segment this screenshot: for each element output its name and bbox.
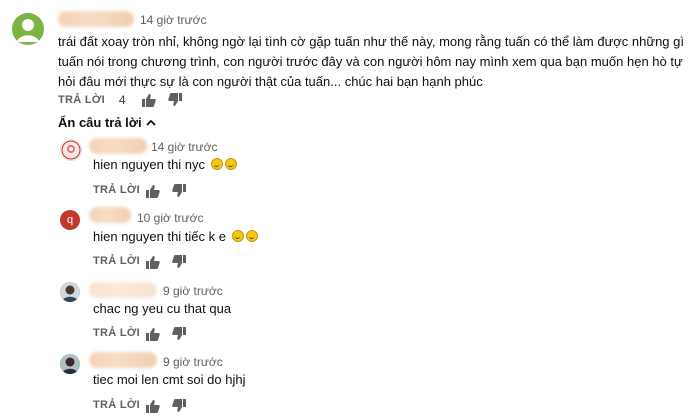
reply-text-content: hien nguyen thi tiếc k e — [93, 229, 226, 244]
thumbs-down-icon[interactable] — [168, 93, 182, 107]
avatar-image-icon — [61, 140, 81, 160]
commenter-avatar[interactable] — [12, 13, 44, 45]
commenter-name-blurred — [58, 11, 134, 27]
hide-replies-label: Ẩn câu trả lời — [58, 115, 142, 130]
reply-action-bar: TRẢ LỜI — [93, 399, 140, 411]
reply-text-content: hien nguyen thi nyc — [93, 157, 206, 172]
comment-action-bar: TRẢ LỜI 4 — [58, 93, 126, 107]
thumbs-down-icon[interactable] — [172, 184, 186, 198]
reply-name-blurred — [89, 282, 157, 298]
laughing-emoji-icon — [224, 158, 237, 170]
reply-action-bar: TRẢ LỜI — [93, 184, 140, 196]
reply-avatar[interactable] — [60, 282, 80, 302]
thumbs-up-icon[interactable] — [146, 399, 160, 413]
like-count: 4 — [118, 93, 126, 107]
comment-text: trái đất xoay tròn nhỉ, không ngờ lại tì… — [58, 34, 684, 89]
reply-reply-button[interactable]: TRẢ LỜI — [93, 184, 140, 196]
comment-reply-button[interactable]: TRẢ LỜI — [58, 94, 105, 106]
user-photo-icon — [60, 282, 80, 302]
thumbs-up-icon[interactable] — [146, 327, 160, 341]
reply-name-blurred — [89, 138, 147, 154]
reply-text: chac ng yeu cu that qua — [93, 301, 232, 316]
thumbs-up-icon[interactable] — [142, 93, 156, 107]
thumbs-down-icon[interactable] — [172, 399, 186, 413]
reply-text: hien nguyen thi nyc — [93, 155, 237, 175]
reply-avatar[interactable]: q — [60, 210, 80, 230]
reply-timestamp: 9 giờ trước — [163, 355, 223, 369]
thumbs-up-icon[interactable] — [146, 255, 160, 269]
reply-reply-button[interactable]: TRẢ LỜI — [93, 399, 140, 411]
hide-replies-toggle[interactable]: Ẩn câu trả lời — [58, 115, 157, 130]
reply-name-blurred — [89, 352, 157, 368]
reply-reply-button[interactable]: TRẢ LỜI — [93, 255, 140, 267]
laughing-emoji-icon — [231, 230, 244, 242]
thumbs-down-icon[interactable] — [172, 255, 186, 269]
reply-timestamp: 10 giờ trước — [137, 211, 204, 225]
comment-timestamp: 14 giờ trước — [140, 13, 207, 27]
reply-timestamp: 14 giờ trước — [151, 140, 218, 154]
user-photo-icon — [60, 354, 80, 374]
default-user-icon — [17, 19, 39, 42]
reply-timestamp: 9 giờ trước — [163, 284, 223, 298]
reply-text: tiec moi len cmt soi do hjhj — [93, 372, 246, 387]
reply-name-blurred — [89, 207, 131, 223]
reply-avatar[interactable] — [60, 354, 80, 374]
laughing-emoji-icon — [210, 158, 223, 170]
reply-avatar[interactable] — [60, 139, 82, 161]
reply-action-bar: TRẢ LỜI — [93, 327, 140, 339]
reply-action-bar: TRẢ LỜI — [93, 255, 140, 267]
laughing-emoji-icon — [245, 230, 258, 242]
thumbs-down-icon[interactable] — [172, 327, 186, 341]
chevron-up-icon — [146, 119, 156, 126]
reply-reply-button[interactable]: TRẢ LỜI — [93, 327, 140, 339]
reply-text: hien nguyen thi tiếc k e — [93, 227, 258, 247]
avatar-letter: q — [66, 214, 74, 226]
thumbs-up-icon[interactable] — [146, 184, 160, 198]
